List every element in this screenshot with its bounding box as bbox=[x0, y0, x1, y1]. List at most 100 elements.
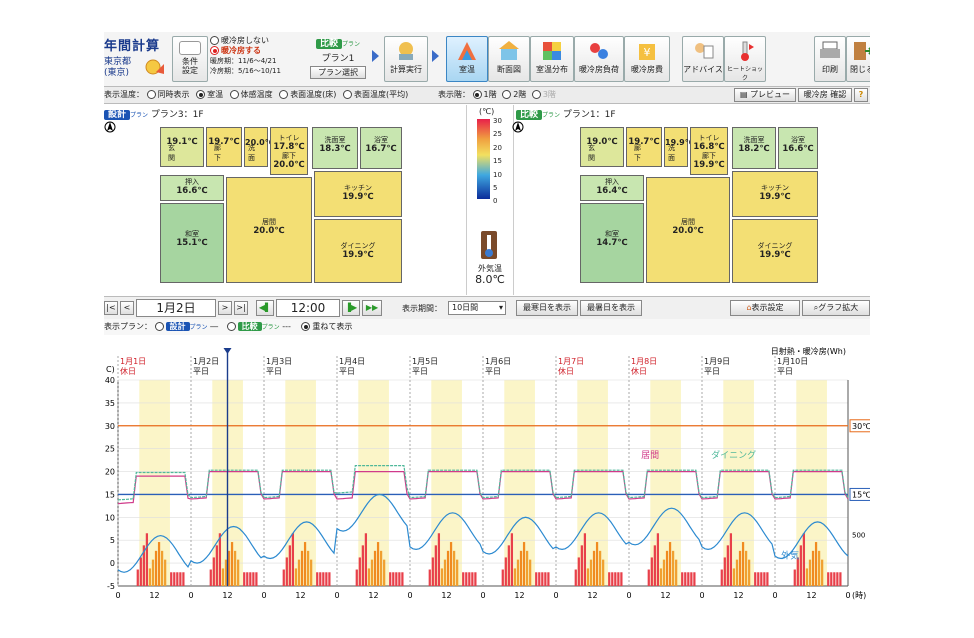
room-washitsu[interactable]: 和室 15.1℃ bbox=[160, 203, 224, 283]
view-section-button[interactable]: 断面図 bbox=[488, 36, 530, 82]
coldest-day-button[interactable]: 最寒日を表示 bbox=[516, 300, 578, 316]
room-kitchen[interactable]: キッチン 19.9℃ bbox=[732, 171, 818, 217]
display-design-radio[interactable]: 設計 プラン ― bbox=[154, 322, 218, 331]
hvac-bar bbox=[690, 572, 693, 586]
hvac-bar bbox=[465, 572, 468, 586]
date-display[interactable]: 1月2日 bbox=[136, 299, 216, 317]
room-ima[interactable]: 居間 20.0℃ bbox=[226, 177, 312, 283]
view-hvac-cost-button[interactable]: ¥ 暖冷房費 bbox=[624, 36, 670, 82]
advice-button[interactable]: アドバイス bbox=[682, 36, 724, 82]
first-page-button[interactable]: |< bbox=[104, 301, 118, 315]
mode-simultaneous-radio[interactable]: 同時表示 bbox=[146, 90, 190, 99]
compare-plan-tag: 比較 bbox=[516, 110, 543, 120]
floor-3-radio[interactable]: 3階 bbox=[531, 90, 556, 99]
room-toilet[interactable]: トイレ 17.8℃ 廊下 20.0℃ bbox=[270, 127, 308, 175]
period-select[interactable]: 10日間 ▾ bbox=[448, 301, 506, 315]
compare-plan-title: プラン1：1F bbox=[562, 110, 616, 120]
preview-button[interactable]: ▤ プレビュー bbox=[734, 88, 796, 102]
room-washitsu[interactable]: 和室 14.7℃ bbox=[580, 203, 644, 283]
room-yokushitsu[interactable]: 浴室 16.6℃ bbox=[778, 127, 818, 169]
play-icon[interactable]: ▶▶ bbox=[362, 300, 382, 316]
hvac-bar bbox=[355, 569, 358, 586]
hvac-bar bbox=[504, 557, 507, 586]
condition-settings-button[interactable]: 条件 設定 bbox=[172, 36, 208, 82]
display-compare-radio[interactable]: 比較 プラン --- bbox=[226, 322, 291, 331]
run-calculation-button[interactable]: 計算実行 bbox=[384, 36, 428, 82]
hvac-bar bbox=[233, 550, 237, 586]
hvac-bar bbox=[255, 572, 258, 586]
room-senmenjo[interactable]: 洗面室 18.3℃ bbox=[312, 127, 358, 169]
display-settings-button[interactable]: ⌂表示設定 bbox=[730, 300, 800, 316]
x-tick-label: 12 bbox=[222, 591, 232, 600]
time-display[interactable]: 12:00 bbox=[276, 299, 340, 317]
hvac-bar bbox=[662, 559, 666, 586]
north-arrow-icon bbox=[104, 121, 116, 133]
close-button[interactable]: 閉じる bbox=[846, 36, 870, 82]
y-axis-label: C) bbox=[106, 365, 115, 374]
legend-tick: 10 bbox=[493, 170, 502, 179]
time-forward-button[interactable]: ▐▶ bbox=[342, 300, 360, 316]
time-control-bar: |< < 1月2日 > >| ◀▌ 12:00 ▐▶ ▶▶ 表示期間： 10日間… bbox=[104, 296, 870, 319]
help-icon[interactable]: ? bbox=[854, 88, 868, 102]
day-type-label: 平日 bbox=[704, 367, 720, 376]
heat-shock-button[interactable]: ヒートショック bbox=[724, 36, 766, 82]
last-page-button[interactable]: >| bbox=[234, 301, 248, 315]
room-kitchen[interactable]: キッチン 19.9℃ bbox=[314, 171, 402, 217]
hvac-off-radio[interactable]: 暖冷房しない bbox=[210, 36, 306, 46]
compare-plan-panel: 比較 プラン プラン1 プラン選択 bbox=[308, 36, 368, 80]
mode-avg-surface-radio[interactable]: 表面温度(平均) bbox=[342, 90, 408, 99]
view-hvac-load-button[interactable]: 暖冷房負荷 bbox=[574, 36, 624, 82]
distribution-icon bbox=[541, 40, 563, 62]
view-temp-distribution-button[interactable]: 室温分布 bbox=[530, 36, 574, 82]
room-rouka-1[interactable]: 19.7℃ bbox=[206, 127, 242, 167]
hvac-bar bbox=[209, 569, 212, 586]
hvac-bar bbox=[763, 572, 766, 586]
hvac-bar bbox=[510, 533, 514, 586]
floor-selector: 表示階： 1階 2階 3階 bbox=[438, 90, 556, 99]
next-day-button[interactable]: > bbox=[218, 301, 232, 315]
room-oshiire[interactable]: 押入 16.6℃ bbox=[160, 175, 224, 201]
plan-select-button[interactable]: プラン選択 bbox=[310, 66, 366, 79]
time-back-button[interactable]: ◀▌ bbox=[256, 300, 274, 316]
hvac-bar bbox=[833, 572, 836, 586]
room-dining[interactable]: ダイニング 19.9℃ bbox=[732, 219, 818, 283]
graph-zoom-button[interactable]: ⌕グラフ拡大 bbox=[802, 300, 870, 316]
x-tick-label: 12 bbox=[806, 591, 816, 600]
floor-2-radio[interactable]: 2階 bbox=[502, 90, 526, 99]
room-dining[interactable]: ダイニング 19.9℃ bbox=[314, 219, 402, 283]
room-ima[interactable]: 居間 20.0℃ bbox=[646, 177, 730, 283]
day-type-label: 平日 bbox=[193, 367, 209, 376]
hottest-day-button[interactable]: 最暑日を表示 bbox=[580, 300, 642, 316]
mode-sensible-temp-radio[interactable]: 体感温度 bbox=[229, 90, 273, 99]
room-temp-icon bbox=[456, 40, 478, 62]
print-button[interactable]: 印刷 bbox=[814, 36, 846, 82]
hvac-bar bbox=[431, 557, 434, 586]
room-genkan[interactable]: 19.1℃ bbox=[160, 127, 204, 167]
hvac-bar bbox=[684, 572, 687, 586]
overlay-radio[interactable]: 重ねて表示 bbox=[301, 322, 352, 331]
hvac-bar bbox=[793, 569, 796, 586]
hvac-bar bbox=[665, 550, 669, 586]
hvac-bar bbox=[830, 572, 833, 586]
chevron-down-icon: ▾ bbox=[498, 303, 503, 312]
hvac-bar bbox=[602, 559, 605, 586]
x-tick-label: 0 bbox=[480, 591, 485, 600]
mode-floor-surface-radio[interactable]: 表面温度(床) bbox=[279, 90, 336, 99]
floor-1-radio[interactable]: 1階 bbox=[472, 90, 497, 99]
mode-room-temp-radio[interactable]: 室温 bbox=[196, 90, 223, 99]
hvac-confirm-button[interactable]: 暖冷房 確認 bbox=[798, 88, 852, 102]
room-rouka-1[interactable]: 19.7℃ bbox=[626, 127, 662, 167]
room-toilet[interactable]: トイレ 16.8℃ 廊下 19.9℃ bbox=[690, 127, 728, 175]
prev-day-button[interactable]: < bbox=[120, 301, 134, 315]
compare-plan-name: プラン1 bbox=[321, 54, 355, 64]
hvac-on-radio[interactable]: 暖冷房する bbox=[210, 46, 306, 56]
room-oshiire[interactable]: 押入 16.4℃ bbox=[580, 175, 644, 201]
room-genkan[interactable]: 19.0℃ bbox=[580, 127, 624, 167]
view-room-temp-button[interactable]: 室温 bbox=[446, 36, 488, 82]
x-tick-label: 0 bbox=[407, 591, 412, 600]
hvac-bar bbox=[370, 559, 374, 586]
room-yokushitsu[interactable]: 浴室 16.7℃ bbox=[360, 127, 402, 169]
preview-icon: ▤ bbox=[739, 90, 748, 99]
room-senmenjo[interactable]: 洗面室 18.2℃ bbox=[732, 127, 776, 169]
right-tick-label: 500 bbox=[852, 531, 865, 539]
